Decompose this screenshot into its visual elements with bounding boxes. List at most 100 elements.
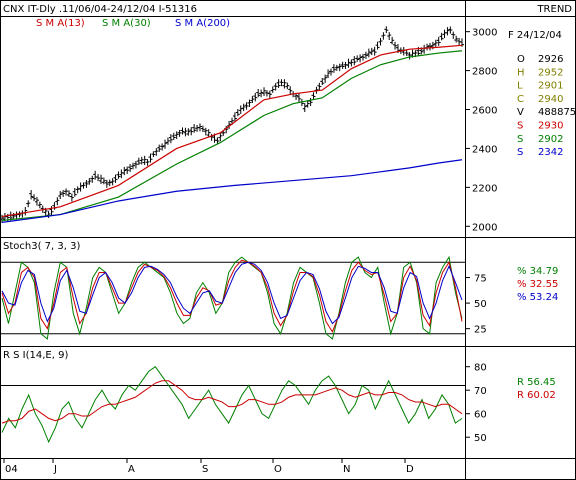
mode-label: TREND	[536, 4, 572, 15]
sma200-line	[1, 159, 463, 223]
price-bar	[422, 44, 427, 54]
price-bar	[378, 38, 383, 46]
price-bar	[262, 87, 267, 96]
price-tick-label: 2000	[472, 222, 497, 233]
ind-tick-label: 80	[474, 363, 487, 374]
stoch-d-line	[1, 261, 463, 325]
price-tick-label: 2800	[472, 67, 497, 78]
price-bar	[349, 59, 354, 67]
price-bar	[96, 174, 101, 182]
price-bar	[288, 86, 293, 95]
x-axis: 04 J A S O N D	[3, 458, 414, 475]
rsi-legend: R 56.45	[517, 377, 556, 388]
price-bar	[340, 61, 345, 69]
info-key-4: V	[517, 107, 524, 118]
info-rows: O 2926 H 2952 L 2901 C 2940 V 488875 S 2930 S 2902 S 23…	[517, 54, 576, 158]
price-bar	[197, 123, 202, 132]
rsi-title: R S I(14,E, 9)	[3, 350, 68, 361]
legend-sma30: S M A(30)	[102, 18, 151, 29]
price-bar	[387, 32, 392, 41]
info-value-0: 2926	[538, 54, 563, 65]
symbol-header: CNX IT-Dly .11/06/04-24/12/04 I-51316	[3, 4, 197, 15]
stoch-k-fast-legend: % 34.79	[517, 266, 558, 277]
price-bar	[107, 179, 112, 187]
chart-stage: CNX IT-Dly .11/06/04-24/12/04 I-51316 TR…	[0, 0, 576, 480]
price-bar	[189, 127, 194, 136]
price-bar	[75, 186, 80, 194]
price-bar	[133, 160, 138, 169]
price-bar	[113, 174, 118, 183]
legend-sma13: S M A(13)	[36, 18, 85, 29]
price-bar	[250, 95, 255, 103]
sma30-line	[1, 50, 463, 222]
price-bar	[270, 86, 275, 93]
price-tick-label: 2200	[472, 183, 497, 194]
ind-tick-label: 75	[474, 274, 487, 285]
price-bar	[267, 90, 272, 99]
info-date: F 24/12/04	[508, 30, 562, 41]
price-bar	[55, 197, 60, 206]
info-value-3: 2940	[538, 94, 563, 105]
price-bar	[58, 190, 63, 199]
price-bar	[436, 36, 441, 46]
price-bar	[384, 26, 389, 34]
price-bar	[448, 26, 453, 34]
price-bar	[163, 139, 168, 149]
price-bar	[90, 175, 95, 183]
price-bar	[128, 163, 133, 173]
x-tick-label: N	[343, 464, 350, 475]
price-bar	[165, 137, 170, 145]
price-bar	[253, 92, 258, 102]
rsi-signal-legend: R 60.02	[517, 390, 556, 401]
price-bar	[363, 51, 368, 59]
rsi-plot	[0, 366, 465, 444]
price-bar	[425, 43, 430, 51]
x-tick-label: A	[128, 464, 135, 475]
info-key-5: S	[517, 121, 523, 132]
price-bar	[390, 36, 395, 45]
x-tick-label: D	[406, 464, 414, 475]
x-tick-label: O	[274, 464, 282, 475]
stoch-axis: 25 50 75	[465, 274, 487, 336]
info-key-7: S	[517, 147, 523, 158]
info-value-4: 488875	[538, 107, 576, 118]
price-axis: 2000 2200 2400 2600 2800 3000	[465, 28, 497, 233]
price-bar	[369, 47, 374, 56]
info-key-6: S	[517, 134, 523, 145]
price-tick-label: 3000	[472, 28, 497, 39]
stoch-k-fast-line	[1, 255, 463, 340]
info-value-2: 2901	[538, 81, 563, 92]
price-bar	[171, 132, 176, 140]
stoch-plot	[0, 255, 465, 340]
price-bar	[451, 31, 456, 39]
ind-tick-label: 60	[474, 410, 487, 421]
price-bar	[358, 54, 363, 63]
price-bar	[375, 41, 380, 50]
x-tick-label: J	[53, 464, 57, 475]
stoch-title: Stoch3( 7, 3, 3)	[3, 241, 80, 252]
x-tick-label: 04	[5, 464, 18, 475]
price-bar	[352, 56, 357, 66]
sma13-line	[1, 44, 463, 218]
rsi-line	[1, 366, 463, 444]
legend-sma200: S M A(200)	[175, 18, 230, 29]
price-bar	[311, 92, 316, 100]
price-bar	[238, 105, 243, 114]
info-key-1: H	[517, 67, 525, 78]
info-value-7: 2342	[538, 147, 563, 158]
price-bar	[445, 27, 450, 36]
price-bar	[145, 159, 150, 166]
ind-tick-label: 50	[474, 299, 487, 310]
price-bar	[195, 124, 200, 132]
price-bar	[454, 35, 459, 43]
price-bar	[186, 128, 191, 136]
price-bar	[328, 68, 333, 76]
price-bar	[122, 166, 127, 176]
price-bar	[32, 194, 37, 202]
info-value-5: 2930	[538, 121, 563, 132]
price-tick-label: 2600	[472, 106, 497, 117]
stoch-d-legend: % 53.24	[517, 292, 558, 303]
ind-tick-label: 70	[474, 386, 487, 397]
stoch-k-legend: % 32.55	[517, 279, 558, 290]
price-bar	[308, 97, 313, 107]
